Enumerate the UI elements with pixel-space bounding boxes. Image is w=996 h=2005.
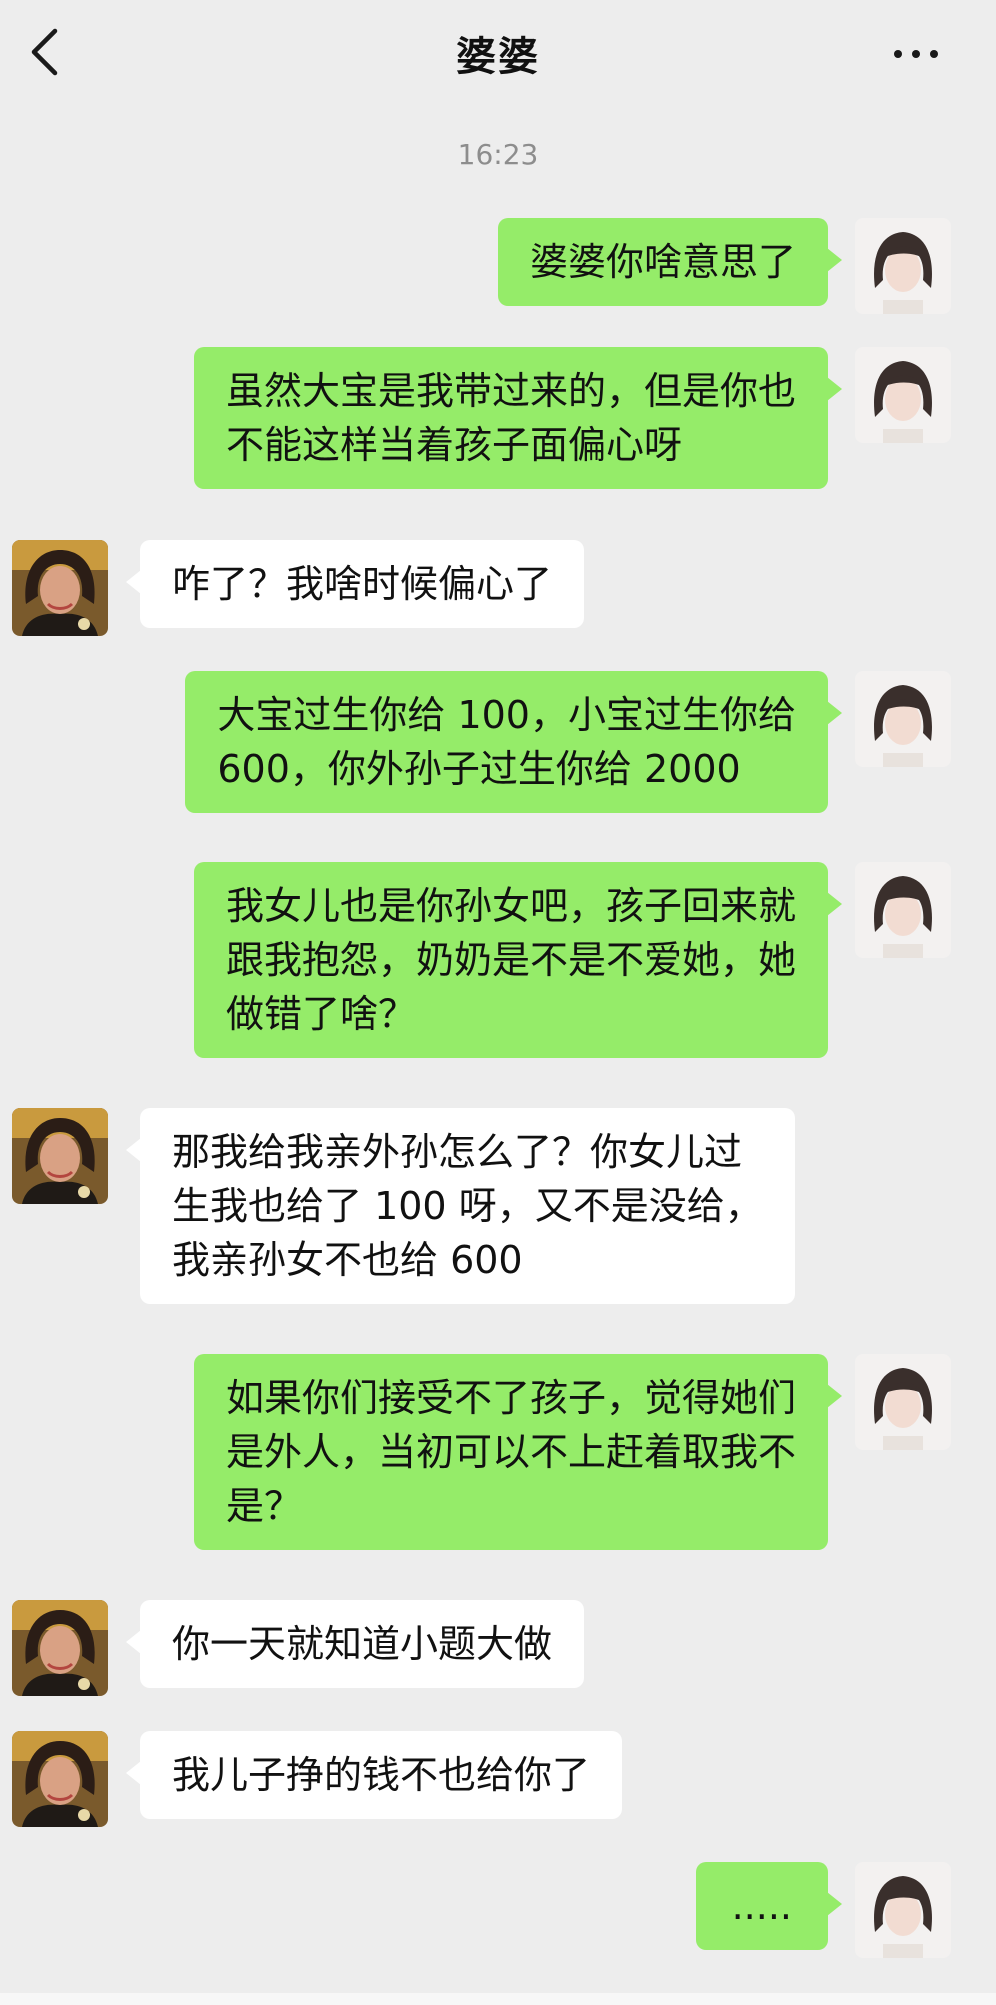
contact-avatar[interactable] [12, 540, 108, 636]
chat-title: 婆婆 [456, 34, 540, 80]
contact-avatar[interactable] [12, 1108, 108, 1204]
message-bubble-outgoing[interactable]: 婆婆你啥意思了 [497, 218, 843, 306]
message-bubble-incoming[interactable]: 咋了？我啥时候偏心了 [125, 540, 585, 628]
message-bubble-outgoing[interactable]: 大宝过生你给 100，小宝过生你给 600，你外孙子过生你给 2000 [185, 671, 842, 813]
contact-avatar[interactable] [12, 1731, 108, 1827]
message-bubble-incoming[interactable]: 那我给我亲外孙怎么了？你女儿过 生我也给了 100 呀，又不是没给， 我亲孙女不… [126, 1108, 795, 1304]
message-bubble-outgoing[interactable]: 我女儿也是你孙女吧，孩子回来就 跟我抱怨，奶奶是不是不爱她，她 做错了啥？ [193, 862, 843, 1058]
more-dot [912, 50, 920, 58]
message-bubble-outgoing[interactable]: ..... [695, 1862, 843, 1950]
message-bubble-outgoing[interactable]: 虽然大宝是我带过来的，但是你也 不能这样当着孩子面偏心呀 [193, 347, 843, 489]
my-avatar[interactable] [855, 218, 951, 314]
chat-screen: 婆婆 16:23 婆婆你啥意思了 虽然大宝是我带过来的，但是你也 不能这样当着孩… [0, 0, 996, 2005]
nav-bar: 婆婆 [0, 0, 996, 110]
message-bubble-incoming[interactable]: 你一天就知道小题大做 [125, 1600, 585, 1688]
more-horizontal-icon [894, 50, 902, 58]
contact-avatar[interactable] [12, 1600, 108, 1696]
my-avatar[interactable] [855, 862, 951, 958]
my-avatar[interactable] [855, 1354, 951, 1450]
message-bubble-outgoing[interactable]: 如果你们接受不了孩子，觉得她们 是外人，当初可以不上赶着取我不 是？ [193, 1354, 843, 1550]
my-avatar[interactable] [855, 1862, 951, 1958]
my-avatar[interactable] [855, 347, 951, 443]
more-dot [930, 50, 938, 58]
more-options-button[interactable] [876, 26, 956, 82]
message-timestamp: 16:23 [457, 138, 539, 171]
my-avatar[interactable] [855, 671, 951, 767]
bottom-edge [0, 1993, 996, 2005]
message-bubble-incoming[interactable]: 我儿子挣的钱不也给你了 [125, 1731, 623, 1819]
